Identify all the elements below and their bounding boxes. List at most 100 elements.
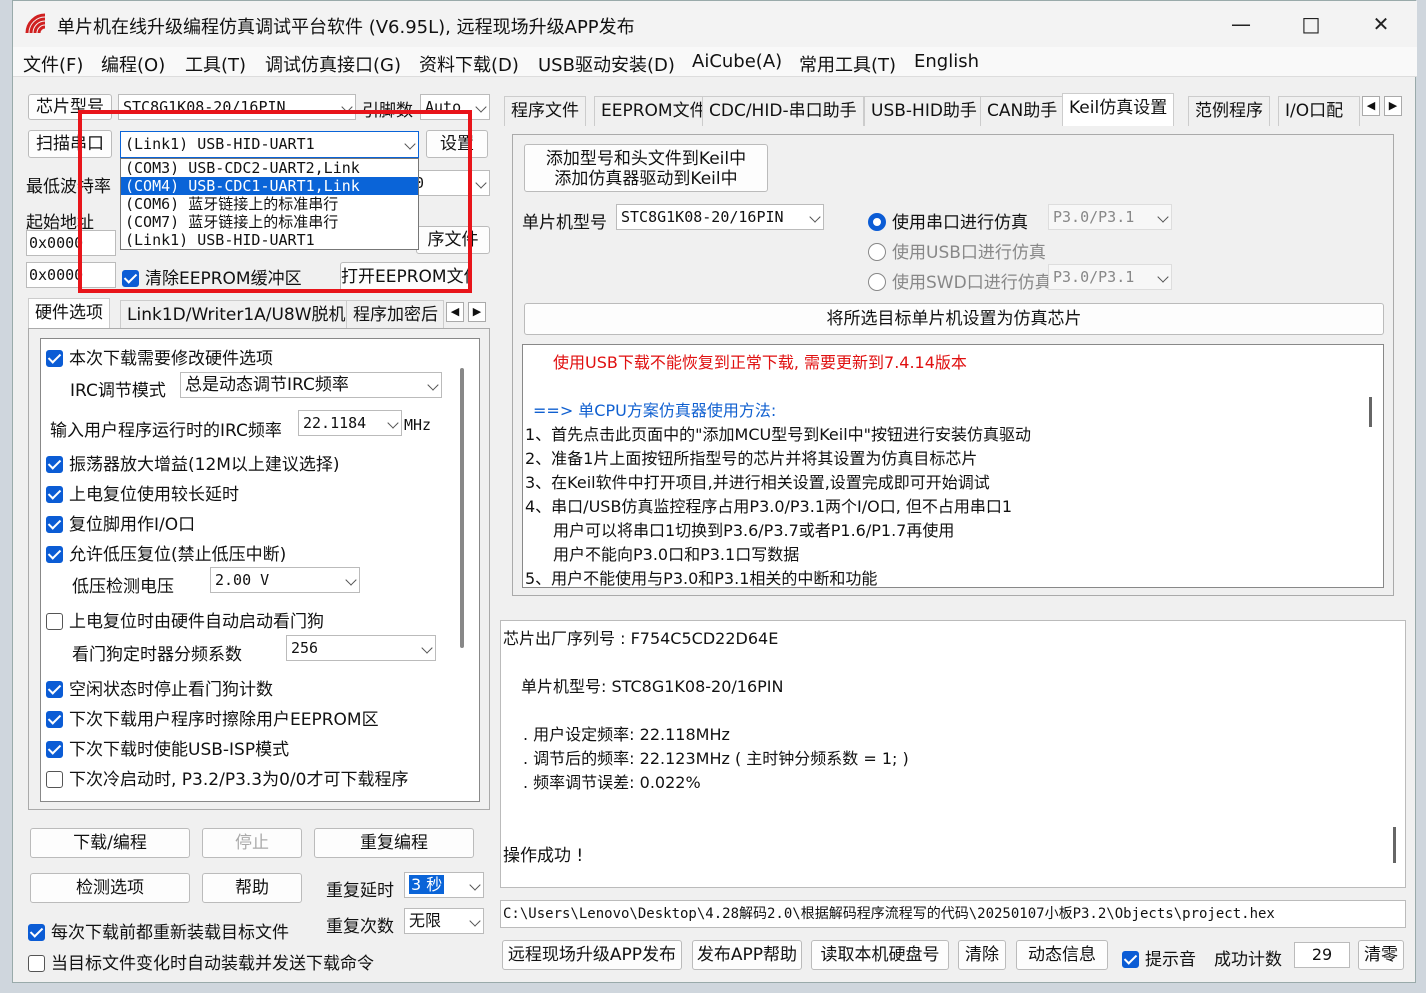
beep-checkbox[interactable]: 提示音 xyxy=(1122,945,1196,970)
notes-scrollbar[interactable] xyxy=(1369,397,1372,427)
radio-usb[interactable]: 使用USB口进行仿真 xyxy=(868,238,1046,263)
log-scrollbar[interactable] xyxy=(1393,827,1396,863)
read-disk-button[interactable]: 读取本机硬盘号 xyxy=(811,940,949,970)
checkbox-icon xyxy=(46,613,63,630)
reset-io-checkbox[interactable]: 复位脚用作I/O口 xyxy=(46,510,195,535)
tab-left-icon[interactable]: ◀ xyxy=(1362,96,1380,116)
tab-eeprom-file[interactable]: EEPROM文件 xyxy=(594,96,714,126)
checkbox-icon xyxy=(28,955,45,972)
beep-label: 提示音 xyxy=(1145,950,1196,970)
wdt-div-value: 256 xyxy=(291,639,319,657)
checkbox-icon xyxy=(46,456,63,473)
irc-mode-select[interactable]: 总是动态调节IRC频率 xyxy=(180,372,442,398)
menu-usb[interactable]: USB驱动安装(D) xyxy=(538,51,675,77)
chevron-down-icon xyxy=(469,915,481,927)
stop-button[interactable]: 停止 xyxy=(202,828,302,858)
reload-label: 每次下载前都重新装载目标文件 xyxy=(51,923,289,943)
radio-usb-label: 使用USB口进行仿真 xyxy=(892,243,1046,263)
modify-hw-checkbox[interactable]: 本次下载需要修改硬件选项 xyxy=(46,344,273,369)
download-button[interactable]: 下载/编程 xyxy=(30,828,190,858)
publish-app-button[interactable]: 远程现场升级APP发布 xyxy=(502,940,682,970)
tab-hardware[interactable]: 硬件选项 xyxy=(28,298,110,328)
checkbox-icon xyxy=(46,681,63,698)
add-keil-line1: 添加型号和头文件到Keil中 xyxy=(545,149,747,169)
tab-link1d[interactable]: Link1D/Writer1A/U8W脱机 xyxy=(120,300,353,330)
irc-freq-value: 22.1184 xyxy=(303,414,367,432)
menu-debug[interactable]: 调试仿真接口(G) xyxy=(265,51,401,77)
add-keil-line2: 添加仿真器驱动到Keil中 xyxy=(554,169,738,189)
menu-common[interactable]: 常用工具(T) xyxy=(799,51,896,77)
tab-keil-settings[interactable]: Keil仿真设置 xyxy=(1062,93,1175,126)
repeat-count-select[interactable]: 无限 xyxy=(404,908,484,934)
radio-icon xyxy=(868,273,886,291)
dynamic-info-button[interactable]: 动态信息 xyxy=(1016,940,1108,970)
app-icon xyxy=(25,13,46,34)
reprogram-button[interactable]: 重复编程 xyxy=(314,828,474,858)
repeat-delay-select[interactable]: 3 秒 xyxy=(404,872,484,898)
log-adj-freq: . 调节后的频率: 22.123MHz ( 主时钟分频系数 = 1; ) xyxy=(523,749,909,768)
lvd-value: 2.00 V xyxy=(215,571,270,589)
modify-hw-label: 本次下载需要修改硬件选项 xyxy=(69,349,273,369)
minimize-icon[interactable]: — xyxy=(1221,9,1261,39)
erase-eeprom-checkbox[interactable]: 下次下载用户程序时擦除用户EEPROM区 xyxy=(46,705,379,730)
chevron-down-icon xyxy=(809,211,821,223)
wdt-auto-checkbox[interactable]: 上电复位时由硬件自动启动看门狗 xyxy=(46,607,324,632)
clear-button[interactable]: 清除 xyxy=(958,940,1006,970)
radio-serial[interactable]: 使用串口进行仿真 xyxy=(868,208,1028,233)
mcu-select[interactable]: STC8G1K08-20/16PIN xyxy=(616,204,824,230)
tab-left-icon[interactable]: ◀ xyxy=(446,302,464,322)
options-scrollbar[interactable] xyxy=(460,368,464,648)
add-keil-button[interactable]: 添加型号和头文件到Keil中 添加仿真器驱动到Keil中 xyxy=(524,144,768,192)
repeat-delay-label: 重复延时 xyxy=(326,881,394,901)
menu-tools[interactable]: 工具(T) xyxy=(185,51,246,77)
usb-isp-label: 下次下载时使能USB-ISP模式 xyxy=(69,740,290,760)
lvd-select[interactable]: 2.00 V xyxy=(210,567,360,593)
auto-send-label: 当目标文件变化时自动装载并发送下载命令 xyxy=(51,954,374,974)
tab-program-file[interactable]: 程序文件 xyxy=(504,96,586,126)
tab-examples[interactable]: 范例程序 xyxy=(1188,96,1270,126)
menu-download[interactable]: 资料下载(D) xyxy=(419,51,519,77)
check-options-button[interactable]: 检测选项 xyxy=(30,873,190,903)
set-target-button[interactable]: 将所选目标单片机设置为仿真芯片 xyxy=(524,303,1384,335)
lvr-checkbox[interactable]: 允许低压复位(禁止低压中断) xyxy=(46,540,286,565)
reload-checkbox[interactable]: 每次下载前都重新装载目标文件 xyxy=(28,918,289,943)
maximize-icon[interactable]: □ xyxy=(1291,9,1331,39)
menu-aicube[interactable]: AiCube(A) xyxy=(692,51,782,72)
repeat-count-value: 无限 xyxy=(409,911,442,930)
log-mcu: 单片机型号: STC8G1K08-20/16PIN xyxy=(521,677,784,696)
idle-wdt-checkbox[interactable]: 空闲状态时停止看门狗计数 xyxy=(46,675,273,700)
usb-isp-checkbox[interactable]: 下次下载时使能USB-ISP模式 xyxy=(46,735,289,760)
notes-line: 3、在Keil软件中打开项目,并进行相关设置,设置完成即可开始调试 xyxy=(525,473,990,492)
notes-heading: ==> 单CPU方案仿真器使用方法: xyxy=(533,401,777,420)
radio-swd[interactable]: 使用SWD口进行仿真 xyxy=(868,268,1052,293)
tab-right-icon[interactable]: ▶ xyxy=(468,302,486,322)
irc-freq-select[interactable]: 22.1184 xyxy=(298,410,402,436)
log-success: 操作成功 ! xyxy=(503,846,584,866)
serial-pins-select[interactable]: P3.0/P3.1 xyxy=(1048,204,1172,230)
wdt-div-select[interactable]: 256 xyxy=(286,635,436,661)
menu-program[interactable]: 编程(O) xyxy=(101,51,165,77)
menu-file[interactable]: 文件(F) xyxy=(23,51,83,77)
hex-path-field[interactable]: C:\Users\Lenovo\Desktop\4.28解码2.0\根据解码程序… xyxy=(500,900,1406,928)
auto-send-checkbox[interactable]: 当目标文件变化时自动装载并发送下载命令 xyxy=(28,949,374,974)
swd-pins-select[interactable]: P3.0/P3.1 xyxy=(1048,264,1172,290)
menu-bar: 文件(F) 编程(O) 工具(T) 调试仿真接口(G) 资料下载(D) USB驱… xyxy=(13,47,1417,77)
zero-button[interactable]: 清零 xyxy=(1358,940,1404,970)
tab-io-config[interactable]: I/O口配 xyxy=(1278,96,1360,126)
tab-serial-helper[interactable]: CDC/HID-串口助手 xyxy=(702,96,864,126)
swd-pins-value: P3.0/P3.1 xyxy=(1053,268,1135,286)
cold-boot-checkbox[interactable]: 下次冷启动时, P3.2/P3.3为0/0才可下载程序 xyxy=(46,765,408,790)
count-value: 29 xyxy=(1294,942,1350,968)
tab-usb-hid-helper[interactable]: USB-HID助手 xyxy=(864,96,984,126)
tab-can-helper[interactable]: CAN助手 xyxy=(980,96,1065,126)
menu-english[interactable]: English xyxy=(914,51,979,72)
irc-mode-label: IRC调节模式 xyxy=(70,381,166,401)
osc-gain-checkbox[interactable]: 振荡器放大增益(12M以上建议选择) xyxy=(46,450,340,475)
close-icon[interactable]: ✕ xyxy=(1361,9,1401,39)
long-reset-checkbox[interactable]: 上电复位使用较长延时 xyxy=(46,480,239,505)
tab-right-icon[interactable]: ▶ xyxy=(1384,96,1402,116)
help-button[interactable]: 帮助 xyxy=(202,873,302,903)
tab-encrypt[interactable]: 程序加密后 xyxy=(346,300,444,330)
lvd-label: 低压检测电压 xyxy=(72,577,174,597)
publish-help-button[interactable]: 发布APP帮助 xyxy=(692,940,802,970)
